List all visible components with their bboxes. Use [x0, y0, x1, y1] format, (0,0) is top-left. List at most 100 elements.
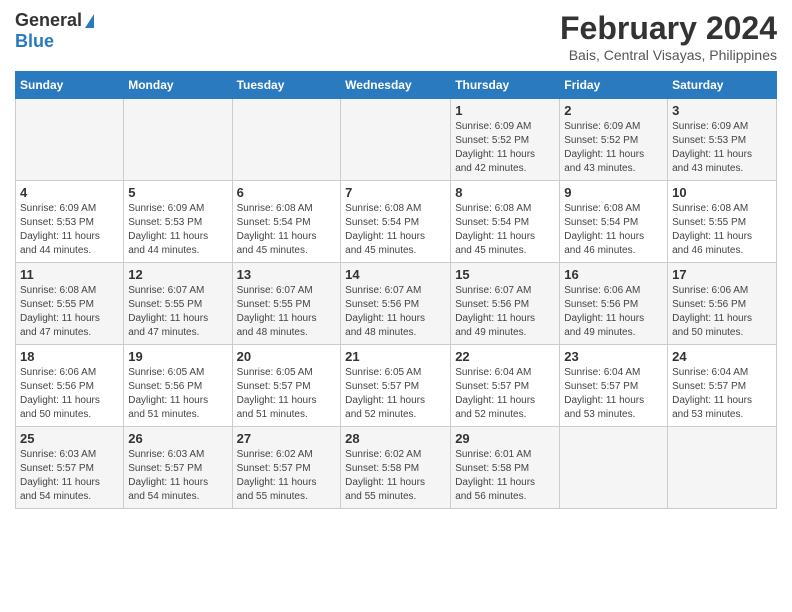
day-info: Sunrise: 6:02 AM Sunset: 5:57 PM Dayligh… [237, 448, 337, 504]
day-header-saturday: Saturday [668, 72, 777, 99]
day-number: 27 [237, 431, 337, 446]
day-number: 15 [455, 267, 555, 282]
day-number: 6 [237, 185, 337, 200]
day-number: 20 [237, 349, 337, 364]
day-header-sunday: Sunday [16, 72, 124, 99]
calendar-cell: 27 Sunrise: 6:02 AM Sunset: 5:57 PM Dayli… [232, 427, 341, 509]
day-info: Sunrise: 6:08 AM Sunset: 5:55 PM Dayligh… [672, 202, 772, 258]
day-info: Sunrise: 6:06 AM Sunset: 5:56 PM Dayligh… [672, 284, 772, 340]
day-header-wednesday: Wednesday [341, 72, 451, 99]
calendar-week-row: 1 Sunrise: 6:09 AM Sunset: 5:52 PM Daylig… [16, 99, 777, 181]
day-info: Sunrise: 6:08 AM Sunset: 5:54 PM Dayligh… [455, 202, 555, 258]
calendar-cell: 25 Sunrise: 6:03 AM Sunset: 5:57 PM Dayli… [16, 427, 124, 509]
calendar-cell: 24 Sunrise: 6:04 AM Sunset: 5:57 PM Dayli… [668, 345, 777, 427]
day-info: Sunrise: 6:09 AM Sunset: 5:52 PM Dayligh… [455, 120, 555, 176]
calendar-cell: 22 Sunrise: 6:04 AM Sunset: 5:57 PM Dayli… [451, 345, 560, 427]
day-info: Sunrise: 6:07 AM Sunset: 5:55 PM Dayligh… [237, 284, 337, 340]
day-number: 24 [672, 349, 772, 364]
day-number: 19 [128, 349, 227, 364]
calendar-cell: 13 Sunrise: 6:07 AM Sunset: 5:55 PM Dayli… [232, 263, 341, 345]
day-number: 29 [455, 431, 555, 446]
day-info: Sunrise: 6:07 AM Sunset: 5:56 PM Dayligh… [455, 284, 555, 340]
day-header-friday: Friday [560, 72, 668, 99]
day-info: Sunrise: 6:04 AM Sunset: 5:57 PM Dayligh… [564, 366, 663, 422]
calendar-cell: 3Sunrise: 6:09 AM Sunset: 5:53 PM Daylig… [668, 99, 777, 181]
calendar-cell: 9Sunrise: 6:08 AM Sunset: 5:54 PM Daylig… [560, 181, 668, 263]
day-info: Sunrise: 6:05 AM Sunset: 5:57 PM Dayligh… [345, 366, 446, 422]
day-info: Sunrise: 6:04 AM Sunset: 5:57 PM Dayligh… [455, 366, 555, 422]
calendar-cell: 1 Sunrise: 6:09 AM Sunset: 5:52 PM Daylig… [451, 99, 560, 181]
calendar-week-row: 25 Sunrise: 6:03 AM Sunset: 5:57 PM Dayli… [16, 427, 777, 509]
day-number: 26 [128, 431, 227, 446]
day-info: Sunrise: 6:08 AM Sunset: 5:55 PM Dayligh… [20, 284, 119, 340]
day-number: 8 [455, 185, 555, 200]
calendar-cell [668, 427, 777, 509]
day-header-tuesday: Tuesday [232, 72, 341, 99]
calendar-table: SundayMondayTuesdayWednesdayThursdayFrid… [15, 71, 777, 509]
day-number: 5 [128, 185, 227, 200]
day-info: Sunrise: 6:05 AM Sunset: 5:57 PM Dayligh… [237, 366, 337, 422]
calendar-header-row: SundayMondayTuesdayWednesdayThursdayFrid… [16, 72, 777, 99]
day-number: 22 [455, 349, 555, 364]
day-number: 13 [237, 267, 337, 282]
logo-blue: Blue [15, 31, 54, 51]
calendar-cell: 23 Sunrise: 6:04 AM Sunset: 5:57 PM Dayli… [560, 345, 668, 427]
day-info: Sunrise: 6:04 AM Sunset: 5:57 PM Dayligh… [672, 366, 772, 422]
calendar-cell: 11 Sunrise: 6:08 AM Sunset: 5:55 PM Dayli… [16, 263, 124, 345]
day-info: Sunrise: 6:03 AM Sunset: 5:57 PM Dayligh… [128, 448, 227, 504]
calendar-week-row: 18 Sunrise: 6:06 AM Sunset: 5:56 PM Dayli… [16, 345, 777, 427]
calendar-cell: 29 Sunrise: 6:01 AM Sunset: 5:58 PM Dayli… [451, 427, 560, 509]
calendar-cell: 20 Sunrise: 6:05 AM Sunset: 5:57 PM Dayli… [232, 345, 341, 427]
day-info: Sunrise: 6:01 AM Sunset: 5:58 PM Dayligh… [455, 448, 555, 504]
title-area: February 2024 Bais, Central Visayas, Phi… [560, 10, 777, 63]
day-info: Sunrise: 6:02 AM Sunset: 5:58 PM Dayligh… [345, 448, 446, 504]
calendar-cell: 4 Sunrise: 6:09 AM Sunset: 5:53 PM Daylig… [16, 181, 124, 263]
day-info: Sunrise: 6:07 AM Sunset: 5:55 PM Dayligh… [128, 284, 227, 340]
day-number: 25 [20, 431, 119, 446]
day-info: Sunrise: 6:06 AM Sunset: 5:56 PM Dayligh… [564, 284, 663, 340]
calendar-cell: 12 Sunrise: 6:07 AM Sunset: 5:55 PM Dayli… [124, 263, 232, 345]
calendar-cell: 2Sunrise: 6:09 AM Sunset: 5:52 PM Daylig… [560, 99, 668, 181]
day-info: Sunrise: 6:05 AM Sunset: 5:56 PM Dayligh… [128, 366, 227, 422]
calendar-cell: 15 Sunrise: 6:07 AM Sunset: 5:56 PM Dayli… [451, 263, 560, 345]
day-number: 11 [20, 267, 119, 282]
calendar-cell: 8 Sunrise: 6:08 AM Sunset: 5:54 PM Daylig… [451, 181, 560, 263]
day-number: 10 [672, 185, 772, 200]
calendar-cell: 6Sunrise: 6:08 AM Sunset: 5:54 PM Daylig… [232, 181, 341, 263]
day-header-monday: Monday [124, 72, 232, 99]
calendar-week-row: 4 Sunrise: 6:09 AM Sunset: 5:53 PM Daylig… [16, 181, 777, 263]
calendar-cell [16, 99, 124, 181]
calendar-cell: 26 Sunrise: 6:03 AM Sunset: 5:57 PM Dayli… [124, 427, 232, 509]
day-number: 12 [128, 267, 227, 282]
day-number: 14 [345, 267, 446, 282]
page-header: General Blue February 2024 Bais, Central… [15, 10, 777, 63]
day-info: Sunrise: 6:03 AM Sunset: 5:57 PM Dayligh… [20, 448, 119, 504]
logo-icon [85, 14, 94, 28]
day-number: 21 [345, 349, 446, 364]
day-number: 2 [564, 103, 663, 118]
day-number: 17 [672, 267, 772, 282]
day-info: Sunrise: 6:09 AM Sunset: 5:53 PM Dayligh… [672, 120, 772, 176]
calendar-cell: 5Sunrise: 6:09 AM Sunset: 5:53 PM Daylig… [124, 181, 232, 263]
day-info: Sunrise: 6:08 AM Sunset: 5:54 PM Dayligh… [564, 202, 663, 258]
calendar-cell [560, 427, 668, 509]
day-number: 18 [20, 349, 119, 364]
calendar-cell [124, 99, 232, 181]
calendar-cell: 19 Sunrise: 6:05 AM Sunset: 5:56 PM Dayli… [124, 345, 232, 427]
calendar-cell: 14 Sunrise: 6:07 AM Sunset: 5:56 PM Dayli… [341, 263, 451, 345]
day-info: Sunrise: 6:09 AM Sunset: 5:53 PM Dayligh… [20, 202, 119, 258]
day-info: Sunrise: 6:06 AM Sunset: 5:56 PM Dayligh… [20, 366, 119, 422]
day-number: 1 [455, 103, 555, 118]
day-number: 16 [564, 267, 663, 282]
day-number: 23 [564, 349, 663, 364]
calendar-cell: 18 Sunrise: 6:06 AM Sunset: 5:56 PM Dayli… [16, 345, 124, 427]
calendar-cell: 7 Sunrise: 6:08 AM Sunset: 5:54 PM Daylig… [341, 181, 451, 263]
calendar-cell [232, 99, 341, 181]
calendar-week-row: 11 Sunrise: 6:08 AM Sunset: 5:55 PM Dayli… [16, 263, 777, 345]
day-info: Sunrise: 6:07 AM Sunset: 5:56 PM Dayligh… [345, 284, 446, 340]
day-number: 7 [345, 185, 446, 200]
calendar-cell: 28Sunrise: 6:02 AM Sunset: 5:58 PM Dayli… [341, 427, 451, 509]
day-number: 4 [20, 185, 119, 200]
day-info: Sunrise: 6:08 AM Sunset: 5:54 PM Dayligh… [345, 202, 446, 258]
calendar-cell: 16 Sunrise: 6:06 AM Sunset: 5:56 PM Dayli… [560, 263, 668, 345]
